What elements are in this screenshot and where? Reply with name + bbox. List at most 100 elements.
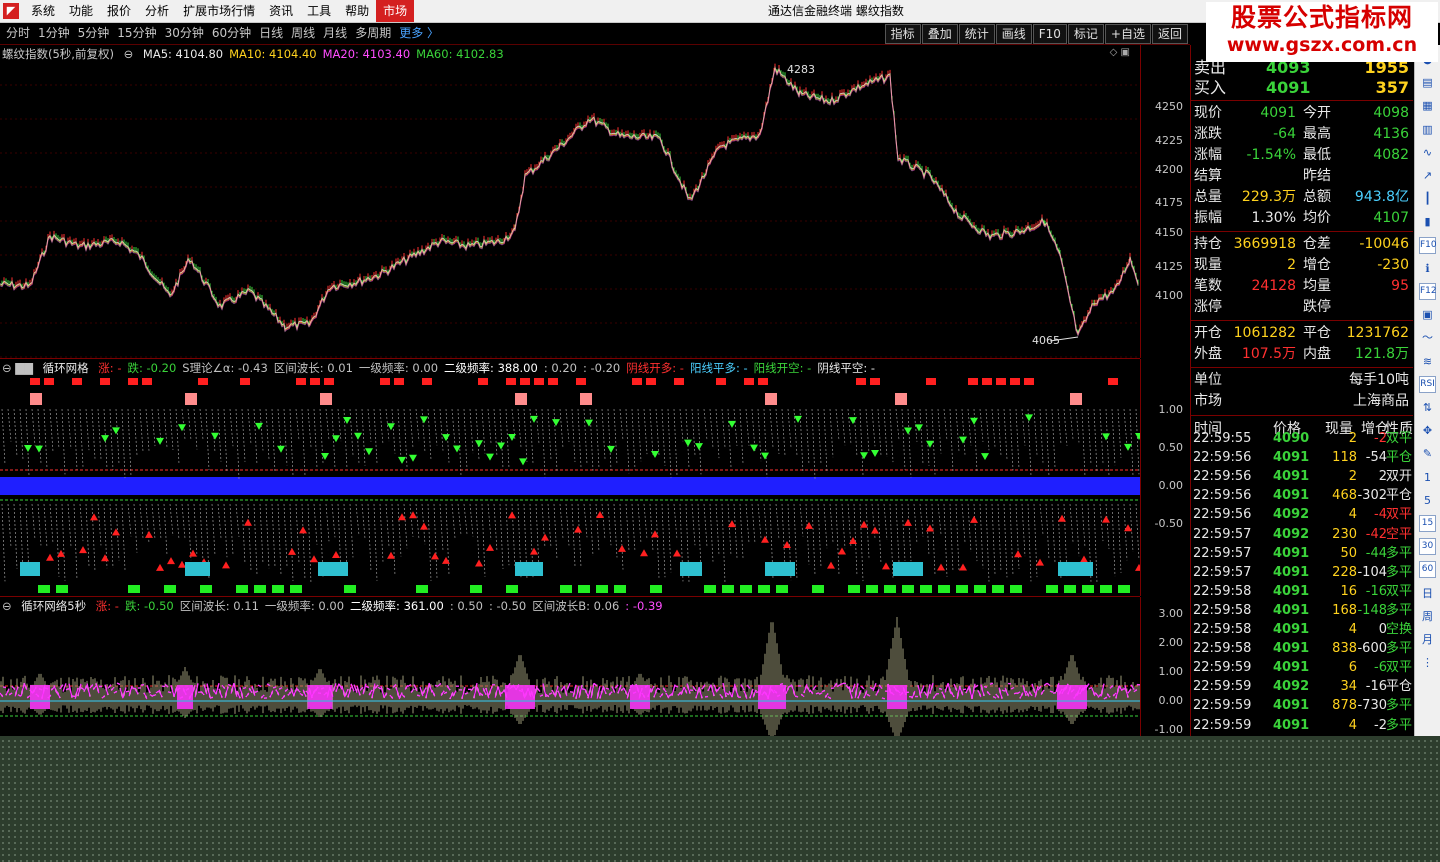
period-15[interactable]: 15 bbox=[1419, 515, 1436, 532]
grid-icon[interactable]: ▦ bbox=[1419, 97, 1436, 114]
tick-cell: 22:59:59 bbox=[1193, 679, 1252, 695]
ind1-param-2: S理论∠α: -0.43 bbox=[182, 361, 268, 375]
menu-item-4[interactable]: 扩展市场行情 bbox=[176, 0, 262, 22]
tick-cell: 22:59:57 bbox=[1193, 545, 1252, 561]
period-tab-0[interactable]: 分时 bbox=[2, 23, 34, 44]
f12-icon[interactable]: F12 bbox=[1419, 283, 1437, 300]
table-icon[interactable]: ▥ bbox=[1419, 121, 1436, 138]
period-30[interactable]: 30 bbox=[1419, 538, 1436, 556]
tick-cell: -730 bbox=[1357, 698, 1387, 714]
period-1[interactable]: 1 bbox=[1419, 469, 1436, 486]
period-tab-7[interactable]: 周线 bbox=[287, 23, 319, 44]
sort-icon[interactable]: ⇅ bbox=[1419, 399, 1436, 416]
ind1-name: 循环网格 bbox=[42, 361, 89, 375]
tick-cell: 平仓 bbox=[1385, 488, 1412, 504]
quote-value: 229.3万 bbox=[1241, 189, 1296, 205]
move-icon[interactable]: ✥ bbox=[1419, 422, 1436, 439]
quote-value: 24128 bbox=[1251, 278, 1296, 294]
quote-value: 107.5万 bbox=[1241, 346, 1296, 362]
macd-icon[interactable]: ≋ bbox=[1419, 353, 1436, 370]
ind1-param-0: 涨: - bbox=[98, 361, 122, 375]
ind2-param-3: 一级频率: 0.00 bbox=[264, 599, 345, 613]
indicator-network-pane[interactable]: ⊖ 循环网络5秒 涨: - 跌: -0.50 区间波长: 0.11 一级频率: 0.0… bbox=[0, 597, 1140, 736]
ma-label-2: MA20: 4103.40 bbox=[322, 47, 411, 61]
ind2-param-8: : -0.39 bbox=[625, 599, 663, 613]
axis-tick: 4175 bbox=[1155, 196, 1183, 209]
ind2-param-2: 区间波长: 0.11 bbox=[179, 599, 259, 613]
indicator-grid-pane[interactable]: ⊖ ▇▇ 循环网格 涨: - 跌: -0.20 S理论∠α: -0.43 区间波长: … bbox=[0, 359, 1140, 597]
rsi-icon[interactable]: RSI bbox=[1419, 375, 1436, 393]
wave-icon[interactable]: 〜 bbox=[1419, 329, 1436, 346]
quote-label: 内盘 bbox=[1303, 346, 1331, 362]
menu-item-7[interactable]: 帮助 bbox=[338, 0, 376, 22]
divider bbox=[1191, 367, 1413, 368]
period-tab-5[interactable]: 60分钟 bbox=[208, 23, 255, 44]
period-tab-10[interactable]: 更多 〉 bbox=[395, 23, 443, 44]
divider bbox=[1191, 100, 1413, 101]
list-icon[interactable]: ▤ bbox=[1419, 74, 1436, 91]
tick-cell: 22:59:56 bbox=[1193, 469, 1252, 485]
tick-cell: 4 bbox=[1348, 622, 1357, 637]
unit-value: 每手10吨 bbox=[1349, 372, 1409, 388]
period-tab-2[interactable]: 5分钟 bbox=[74, 23, 114, 44]
toggle-icon[interactable]: ⊖ bbox=[124, 47, 134, 61]
ind1-param-9: 阳线平多: - bbox=[689, 361, 748, 375]
menu-item-8[interactable]: 市场 bbox=[376, 0, 415, 22]
period-tab-4[interactable]: 30分钟 bbox=[161, 23, 208, 44]
tool-button-2[interactable]: 统计 bbox=[958, 24, 995, 44]
period-5[interactable]: 5 bbox=[1419, 492, 1436, 509]
tick-cell: 4090 bbox=[1273, 431, 1310, 446]
bar-icon[interactable]: ▮ bbox=[1419, 213, 1436, 230]
ind1-toggle-icon[interactable]: ⊖ ▇▇ bbox=[2, 361, 33, 375]
tick-cell: 空换 bbox=[1385, 622, 1412, 637]
menu-item-1[interactable]: 功能 bbox=[62, 0, 100, 22]
tool-button-3[interactable]: 画线 bbox=[995, 24, 1032, 44]
tool-button-0[interactable]: 指标 bbox=[884, 24, 921, 44]
more-icon[interactable]: ⋮ bbox=[1419, 654, 1436, 671]
period-month[interactable]: 月 bbox=[1419, 631, 1436, 648]
pen-icon[interactable]: ✎ bbox=[1419, 445, 1436, 462]
period-day[interactable]: 日 bbox=[1419, 585, 1436, 602]
period-60[interactable]: 60 bbox=[1419, 561, 1436, 579]
menu-item-3[interactable]: 分析 bbox=[138, 0, 176, 22]
period-tab-6[interactable]: 日线 bbox=[255, 23, 287, 44]
tick-row: 22:59:58 4091 16 -16 双平 bbox=[1191, 582, 1413, 601]
ind2-params: 涨: - 跌: -0.50 区间波长: 0.11 一级频率: 0.00 二级频率: 36… bbox=[96, 599, 669, 613]
ind2-toggle-icon[interactable]: ⊖ bbox=[2, 599, 12, 613]
period-tab-1[interactable]: 1分钟 bbox=[34, 23, 74, 44]
period-tab-9[interactable]: 多周期 bbox=[351, 23, 395, 44]
period-tab-3[interactable]: 15分钟 bbox=[113, 23, 160, 44]
quote-label: 涨幅 bbox=[1194, 147, 1222, 163]
candle-icon[interactable]: ┃ bbox=[1419, 190, 1436, 207]
main-price-chart[interactable]: 螺纹指数(5秒,前复权) ⊖ MA5: 4104.80 MA10: 4104.40… bbox=[0, 45, 1140, 359]
axis-tick: 4125 bbox=[1155, 260, 1183, 273]
quote-value: 121.8万 bbox=[1354, 346, 1409, 362]
tool-button-5[interactable]: 标记 bbox=[1067, 24, 1104, 44]
f10-icon[interactable]: F10 bbox=[1419, 236, 1437, 254]
tool-button-4[interactable]: F10 bbox=[1032, 24, 1067, 44]
tick-icon[interactable]: ▣ bbox=[1419, 306, 1436, 323]
ind1-param-4: 一级频率: 0.00 bbox=[358, 361, 439, 375]
ind2-param-4: 二级频率: 361.00 bbox=[350, 599, 444, 613]
app-logo-icon[interactable]: ◤ bbox=[3, 3, 19, 19]
quote-label: 昨结 bbox=[1303, 168, 1331, 184]
tool-button-6[interactable]: +自选 bbox=[1104, 24, 1151, 44]
quote-label: 涨跌 bbox=[1194, 126, 1222, 142]
menu-item-5[interactable]: 资讯 bbox=[262, 0, 300, 22]
trend-icon[interactable]: ↗ bbox=[1419, 167, 1436, 184]
quote-value: 4082 bbox=[1373, 147, 1409, 163]
ind1-axis: 1.00 0.50 0.00 -0.50 bbox=[1140, 359, 1191, 596]
tool-button-1[interactable]: 叠加 bbox=[921, 24, 958, 44]
menu-item-0[interactable]: 系统 bbox=[24, 0, 62, 22]
quote-row: 持仓 3669918 仓差 -10046 bbox=[1191, 234, 1413, 255]
tool-button-7[interactable]: 返回 bbox=[1151, 24, 1188, 44]
period-week[interactable]: 周 bbox=[1419, 608, 1436, 625]
menu-item-6[interactable]: 工具 bbox=[300, 0, 338, 22]
period-tab-8[interactable]: 月线 bbox=[319, 23, 351, 44]
tick-cell: 22:59:56 bbox=[1193, 450, 1252, 466]
menu-item-2[interactable]: 报价 bbox=[100, 0, 138, 22]
line-chart-icon[interactable]: ∿ bbox=[1419, 144, 1436, 161]
bid-price: 4091 bbox=[1266, 78, 1311, 97]
tick-cell: 2 bbox=[1348, 469, 1357, 485]
info-icon[interactable]: ℹ bbox=[1419, 260, 1436, 277]
